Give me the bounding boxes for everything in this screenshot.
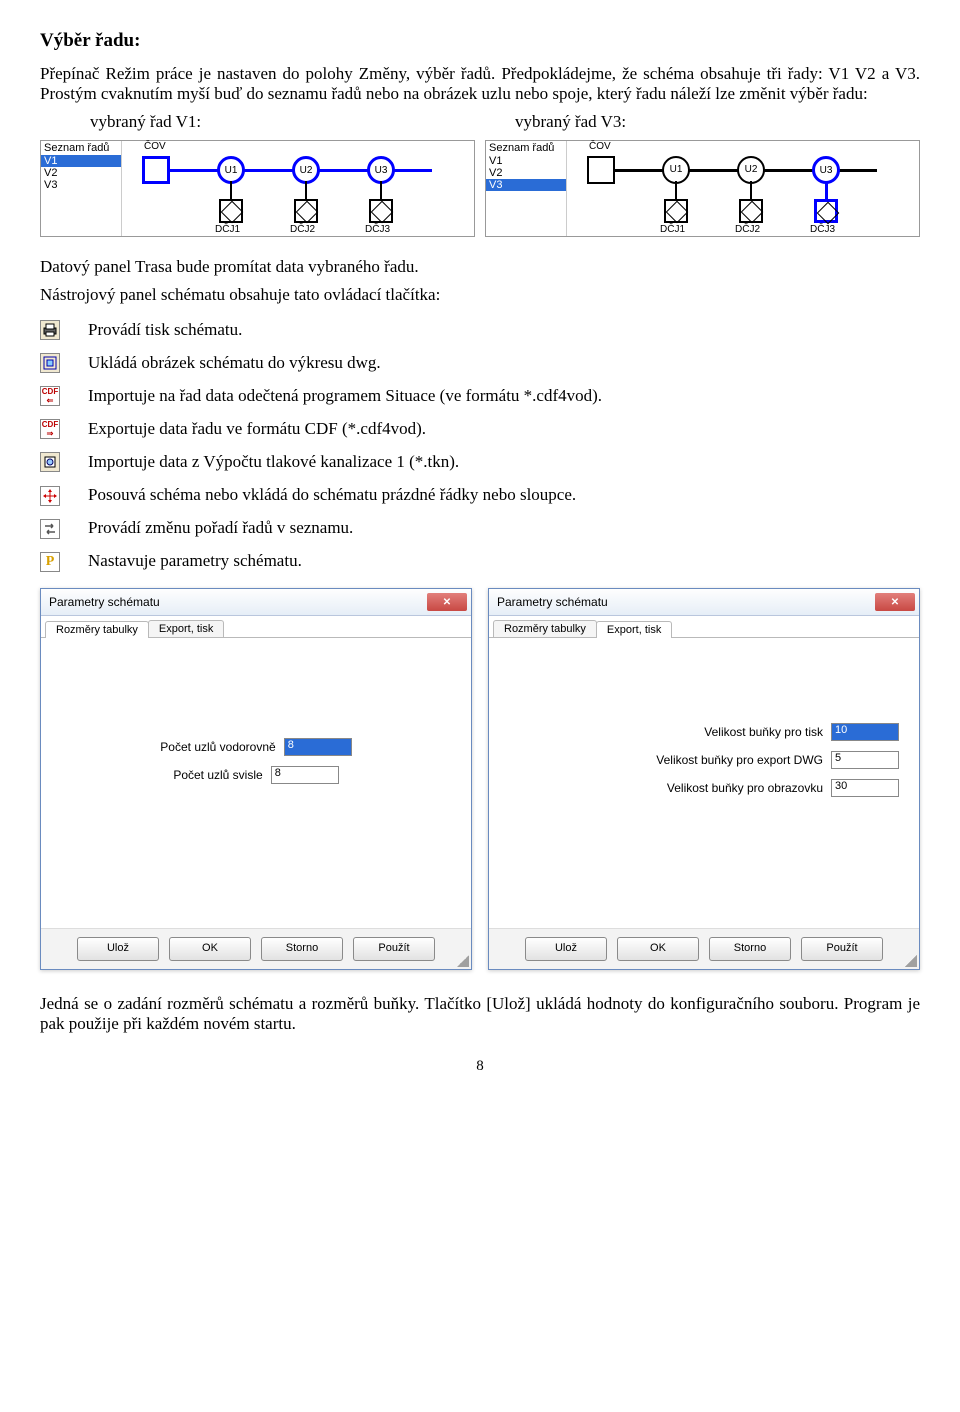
- tab-rozmery[interactable]: Rozměry tabulky: [45, 621, 149, 638]
- end-paragraph: Jedná se o zadání rozměrů schématu a roz…: [40, 994, 920, 1034]
- cdf-import-icon[interactable]: CDF⇐: [40, 386, 60, 406]
- btn-storno[interactable]: Storno: [261, 937, 343, 961]
- dialog-title: Parametry schématu: [49, 595, 160, 609]
- tab-rozmery[interactable]: Rozměry tabulky: [493, 620, 597, 637]
- col-left-label: vybraný řad V1:: [90, 112, 495, 132]
- toolbar-list: Provádí tisk schématu. Ukládá obrázek sc…: [40, 313, 602, 578]
- tools-paragraph: Nástrojový panel schématu obsahuje tato …: [40, 285, 920, 305]
- print-icon[interactable]: [40, 320, 60, 340]
- schema-diagram-v3: Seznam řadů V1 V2 V3 ČOV U1 U2 U3 DČJ1 D…: [485, 140, 920, 237]
- schema-diagram-v1: Seznam řadů V1 V2 V3 ČOV U1 U2 U3 DČJ1 D…: [40, 140, 475, 237]
- params-icon[interactable]: P: [40, 552, 60, 572]
- intro-paragraph: Přepínač Režim práce je nastaven do polo…: [40, 64, 920, 104]
- listbox-left[interactable]: Seznam řadů V1 V2 V3: [41, 141, 122, 236]
- field-uzly-svisle[interactable]: 8: [271, 766, 339, 784]
- btn-pouzit[interactable]: Použít: [353, 937, 435, 961]
- move-icon[interactable]: [40, 486, 60, 506]
- btn-pouzit[interactable]: Použít: [801, 937, 883, 961]
- heading: Výběr řadu:: [40, 30, 920, 52]
- trasa-paragraph: Datový panel Trasa bude promítat data vy…: [40, 257, 920, 277]
- btn-storno[interactable]: Storno: [709, 937, 791, 961]
- btn-uloz[interactable]: Ulož: [525, 937, 607, 961]
- tab-export[interactable]: Export, tisk: [596, 621, 672, 638]
- dialog-title: Parametry schématu: [497, 595, 608, 609]
- btn-ok[interactable]: OK: [169, 937, 251, 961]
- col-right-label: vybraný řad V3:: [515, 112, 920, 132]
- btn-uloz[interactable]: Ulož: [77, 937, 159, 961]
- listbox-right[interactable]: Seznam řadů V1 V2 V3: [486, 141, 567, 236]
- field-bunka-tisk[interactable]: 10: [831, 723, 899, 741]
- save-dwg-icon[interactable]: [40, 353, 60, 373]
- btn-ok[interactable]: OK: [617, 937, 699, 961]
- field-uzly-vod[interactable]: 8: [284, 738, 352, 756]
- page-number: 8: [40, 1058, 920, 1075]
- cdf-export-icon[interactable]: CDF⇒: [40, 419, 60, 439]
- close-button[interactable]: [427, 593, 467, 611]
- close-button[interactable]: [875, 593, 915, 611]
- reorder-icon[interactable]: [40, 519, 60, 539]
- dialog-export: Parametry schématu Rozměry tabulky Expor…: [488, 588, 920, 970]
- field-bunka-dwg[interactable]: 5: [831, 751, 899, 769]
- tab-export[interactable]: Export, tisk: [148, 620, 224, 637]
- field-bunka-obraz[interactable]: 30: [831, 779, 899, 797]
- dialog-rozmery: Parametry schématu Rozměry tabulky Expor…: [40, 588, 472, 970]
- import-tkn-icon[interactable]: [40, 452, 60, 472]
